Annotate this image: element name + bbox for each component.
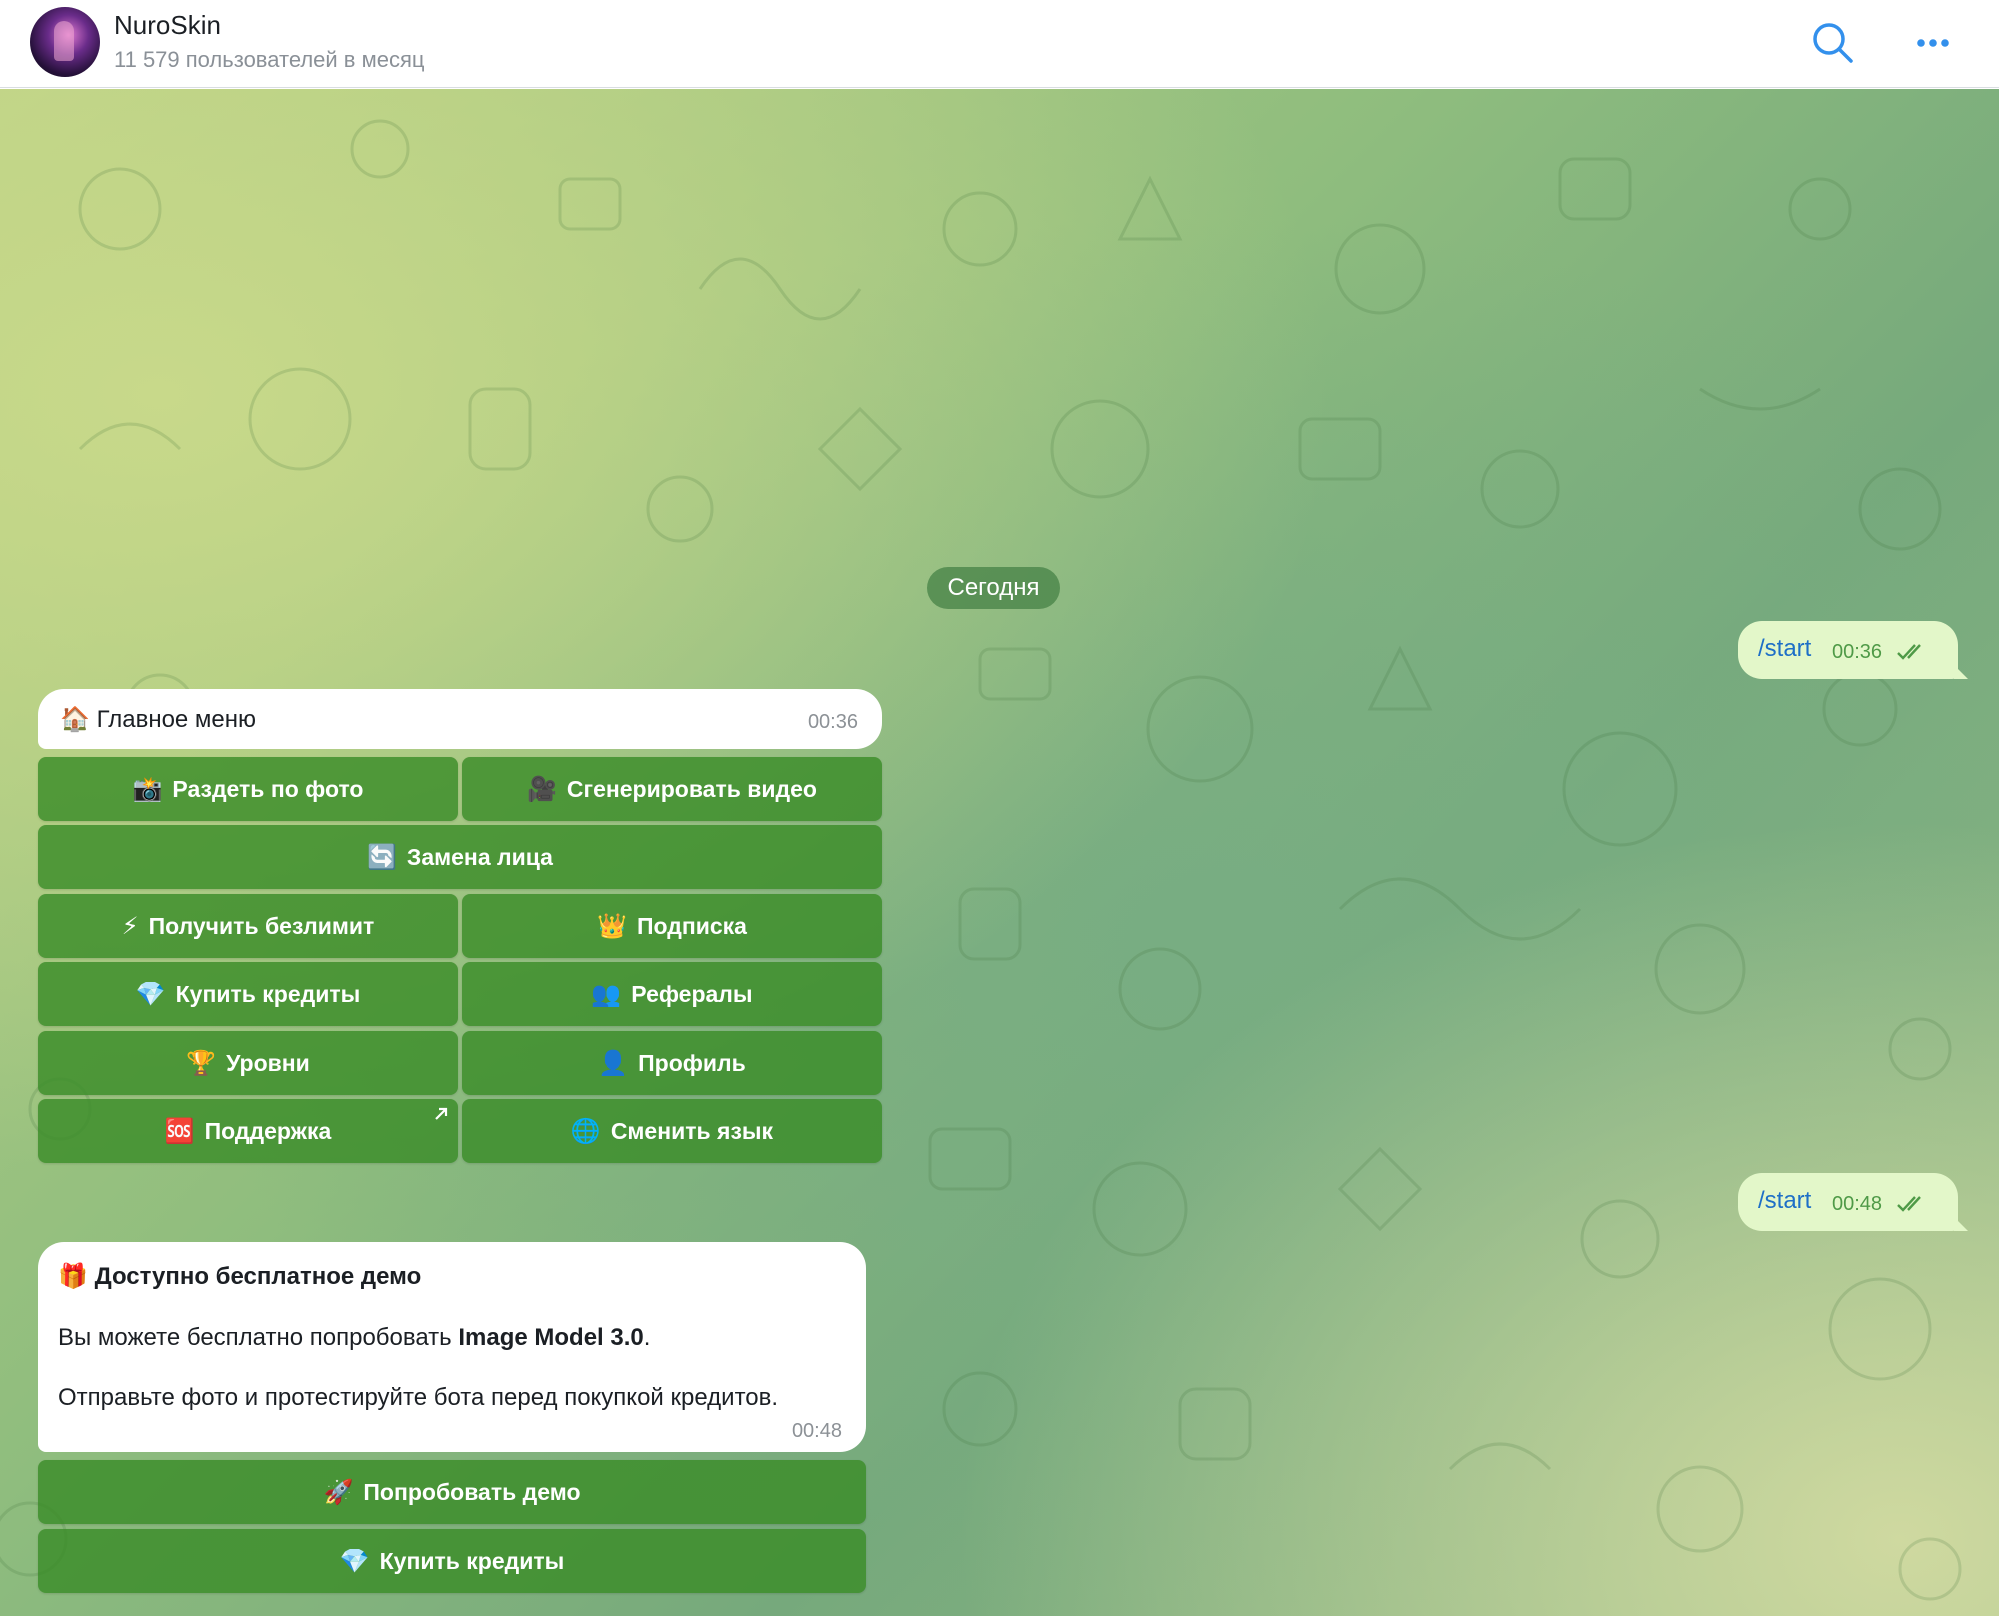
- chat-subtitle: 11 579 пользователей в месяц: [114, 47, 425, 72]
- main-menu-message[interactable]: 🏠 Главное меню 00:36: [38, 689, 882, 749]
- message-time: 00:48: [1832, 1193, 1883, 1215]
- double-check-icon: [1897, 644, 1921, 660]
- message-text: /start: [1758, 1187, 1812, 1214]
- get-unlimited-button[interactable]: ⚡ Получить безлимит: [38, 894, 458, 958]
- chat-area[interactable]: Сегодня /start 00:36 🏠 Главное меню 00:3…: [0, 89, 1999, 1616]
- profile-button[interactable]: 👤 Профиль: [462, 1031, 882, 1095]
- levels-button[interactable]: 🏆 Уровни: [38, 1031, 458, 1095]
- message-text: Вы можете бесплатно попробовать Image Mo…: [58, 1324, 651, 1351]
- outgoing-message[interactable]: /start 00:36: [1738, 621, 1968, 679]
- outgoing-message[interactable]: /start 00:48: [1738, 1173, 1968, 1231]
- referrals-button[interactable]: 👥 Рефералы: [462, 962, 882, 1026]
- support-button[interactable]: 🆘 Поддержка: [38, 1099, 458, 1163]
- generate-video-button[interactable]: 🎥 Сгенерировать видео: [462, 757, 882, 821]
- face-swap-button[interactable]: 🔄 Замена лица: [38, 825, 882, 889]
- try-demo-button[interactable]: 🚀 Попробовать демо: [38, 1460, 866, 1524]
- message-time: 00:36: [1832, 641, 1883, 663]
- message-time: 00:36: [807, 711, 858, 733]
- free-demo-message[interactable]: 🎁 Доступно бесплатное демо Вы можете бес…: [38, 1242, 866, 1452]
- message-text: Отправьте фото и протестируйте бота пере…: [58, 1384, 779, 1411]
- double-check-icon: [1897, 1196, 1921, 1212]
- message-title: 🎁 Доступно бесплатное демо: [58, 1263, 422, 1290]
- avatar[interactable]: [30, 7, 100, 77]
- subscription-button[interactable]: 👑 Подписка: [462, 894, 882, 958]
- chat-title[interactable]: NuroSkin: [114, 10, 221, 41]
- change-language-button[interactable]: 🌐 Сменить язык: [462, 1099, 882, 1163]
- date-chip: Сегодня: [927, 567, 1060, 609]
- buy-credits-button[interactable]: 💎 Купить кредиты: [38, 1529, 866, 1593]
- undress-photo-button[interactable]: 📸 Раздеть по фото: [38, 757, 458, 821]
- external-link-icon: [435, 1107, 448, 1120]
- message-text: /start: [1758, 635, 1812, 662]
- message-time: 00:48: [791, 1420, 842, 1442]
- chat-header: NuroSkin 11 579 пользователей в месяц: [0, 0, 1999, 88]
- search-icon[interactable]: [1808, 18, 1858, 68]
- message-text: 🏠 Главное меню: [60, 706, 257, 733]
- buy-credits-button[interactable]: 💎 Купить кредиты: [38, 962, 458, 1026]
- more-horizontal-icon[interactable]: [1908, 18, 1958, 68]
